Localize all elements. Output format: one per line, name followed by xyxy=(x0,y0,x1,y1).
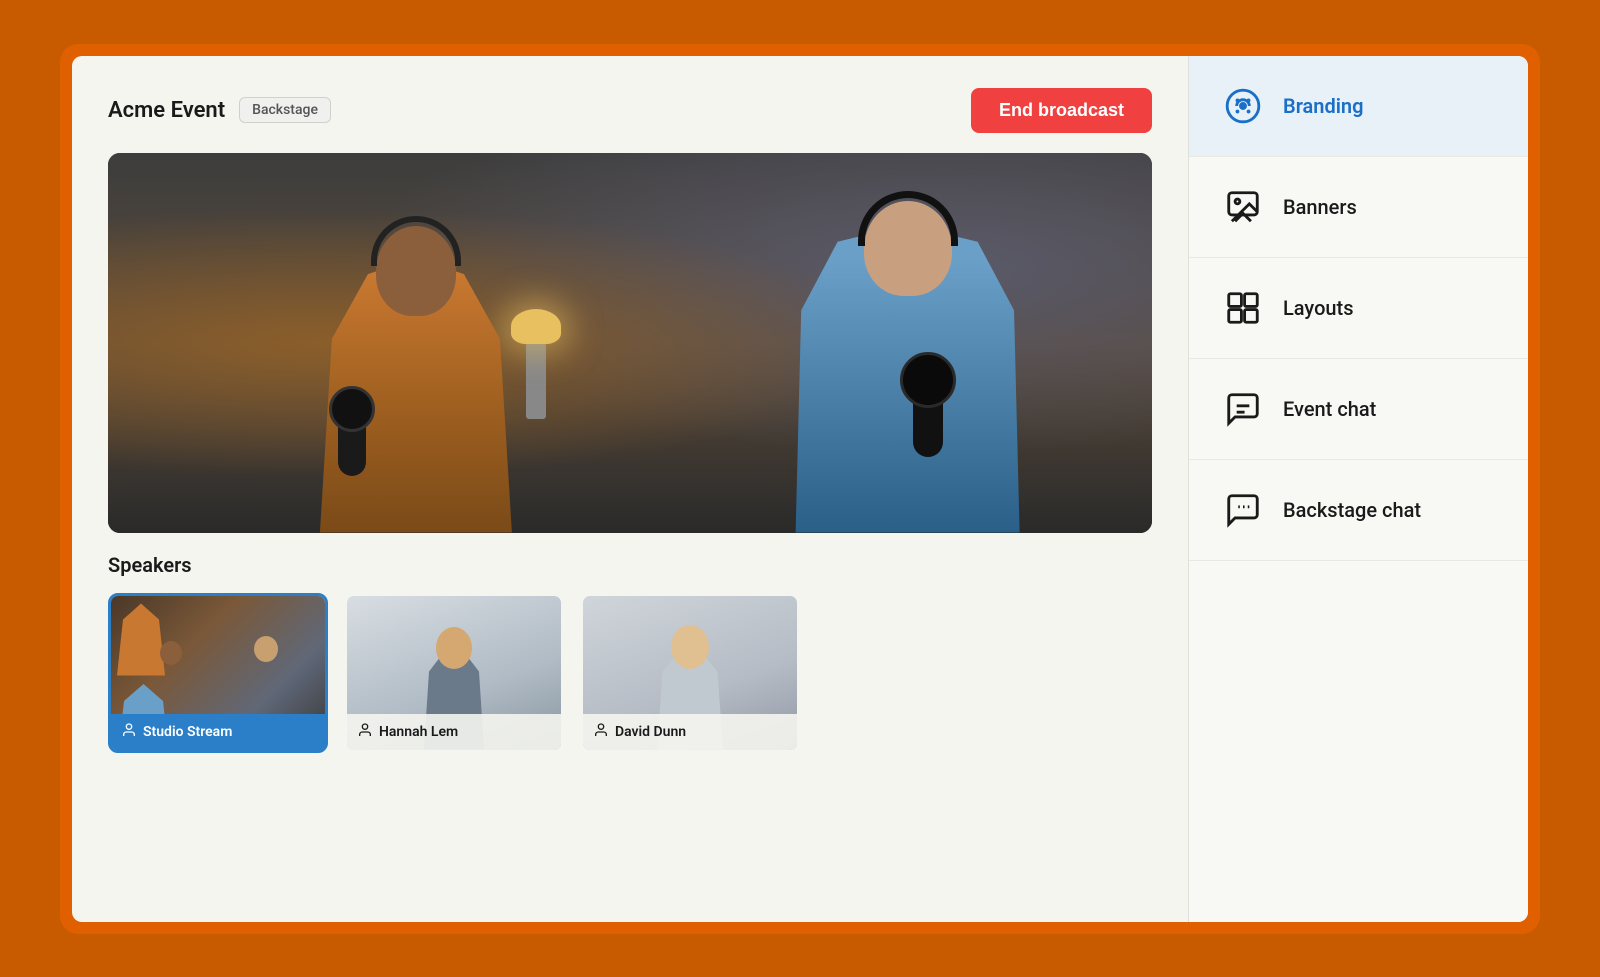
speakers-section: Speakers xyxy=(108,553,1152,890)
sidebar-item-layouts[interactable]: Layouts xyxy=(1189,258,1528,359)
video-area xyxy=(108,153,1152,533)
branding-icon xyxy=(1221,84,1265,128)
banners-icon xyxy=(1221,185,1265,229)
layouts-icon xyxy=(1221,286,1265,330)
speaker-left xyxy=(296,210,536,533)
headphones-left-icon xyxy=(371,216,461,266)
microphone-right-icon xyxy=(913,377,943,457)
speaker-label-studio-stream: Studio Stream xyxy=(111,714,325,750)
backstage-chat-icon xyxy=(1221,488,1265,532)
sidebar-item-event-chat[interactable]: Event chat xyxy=(1189,359,1528,460)
sidebar-item-banners[interactable]: Banners xyxy=(1189,157,1528,258)
backstage-chat-label: Backstage chat xyxy=(1283,498,1421,522)
sidebar-item-backstage-chat[interactable]: Backstage chat xyxy=(1189,460,1528,561)
sidebar: Branding Banners xyxy=(1188,56,1528,922)
layouts-label: Layouts xyxy=(1283,296,1354,320)
outer-frame: Acme Event Backstage End broadcast xyxy=(60,44,1540,934)
speaker-name-hannah-lem: Hannah Lem xyxy=(379,724,458,740)
inner-frame: Acme Event Backstage End broadcast xyxy=(72,56,1528,922)
speaker-card-david-dunn[interactable]: David Dunn xyxy=(580,593,800,753)
header: Acme Event Backstage End broadcast xyxy=(108,88,1152,133)
sidebar-item-branding[interactable]: Branding xyxy=(1189,56,1528,157)
speaker-label-david-dunn: David Dunn xyxy=(583,714,797,750)
event-chat-label: Event chat xyxy=(1283,397,1376,421)
backstage-badge: Backstage xyxy=(239,97,331,123)
banners-label: Banners xyxy=(1283,195,1357,219)
person-icon xyxy=(121,722,137,742)
branding-label: Branding xyxy=(1283,94,1363,118)
speakers-grid: Studio Stream xyxy=(108,593,1152,753)
speaker-card-hannah-lem[interactable]: Hannah Lem xyxy=(344,593,564,753)
headphones-right-icon xyxy=(858,191,958,246)
main-content: Acme Event Backstage End broadcast xyxy=(72,56,1188,922)
speaker-card-studio-stream[interactable]: Studio Stream xyxy=(108,593,328,753)
speakers-title: Speakers xyxy=(108,553,1152,577)
podcast-scene xyxy=(108,153,1152,533)
person-icon-3 xyxy=(593,722,609,742)
event-chat-icon xyxy=(1221,387,1265,431)
speaker-name-david-dunn: David Dunn xyxy=(615,724,686,740)
person-icon-2 xyxy=(357,722,373,742)
microphone-left-icon xyxy=(338,406,366,476)
header-left: Acme Event Backstage xyxy=(108,97,331,123)
end-broadcast-button[interactable]: End broadcast xyxy=(971,88,1152,133)
event-title: Acme Event xyxy=(108,98,225,123)
speaker-name-studio-stream: Studio Stream xyxy=(143,724,232,740)
speaker-label-hannah-lem: Hannah Lem xyxy=(347,714,561,750)
